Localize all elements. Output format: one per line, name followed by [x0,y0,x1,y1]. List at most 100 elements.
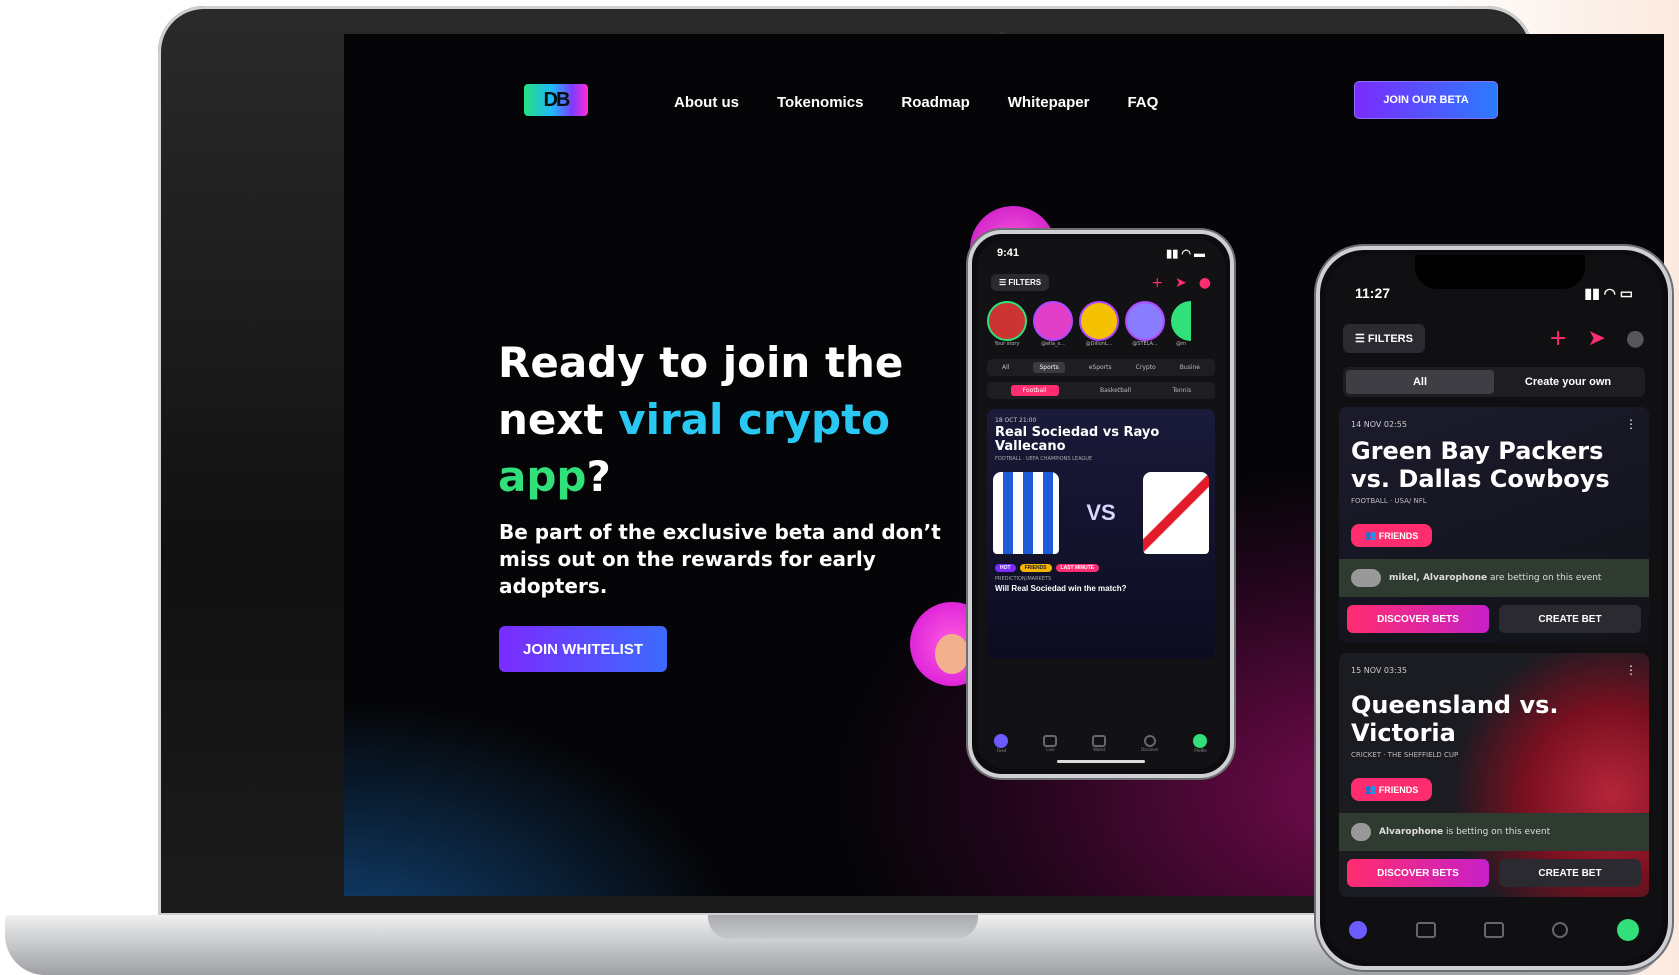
main-nav: About us Tokenomics Roadmap Whitepaper F… [674,94,1158,111]
nav-roadmap[interactable]: Roadmap [901,94,969,111]
more-icon[interactable]: ⋮ [1625,663,1637,677]
more-icon[interactable]: ⋮ [1625,417,1637,431]
story-label: @m [1176,341,1186,347]
logo-text: DB [543,88,571,111]
phone-small-screen: 9:41 ▮▮ ◠ ▬ ☰ FILTERS + ➤ ● Your story @… [977,239,1225,769]
story-item[interactable]: Your story [987,301,1027,347]
hero-title-line1: Ready to join the [498,338,904,387]
event-card[interactable]: 15 NOV 03:35 ⋮ Queensland vs. Victoria C… [1339,653,1649,897]
create-bet-button[interactable]: CREATE BET [1499,859,1641,887]
tab-label: Feed [996,748,1007,753]
sub-tabs: Football Basketball Tennis [987,382,1215,399]
live-tab-icon[interactable] [1415,922,1436,938]
filters-button[interactable]: ☰ FILTERS [1343,324,1425,353]
battery-icon: ▮▮ ◠ ▭ [1584,285,1633,301]
story-item[interactable]: @m [1171,301,1191,347]
story-item[interactable]: @STELA... [1125,301,1165,347]
category-tabs: All Sports eSports Crypto Busine [987,359,1215,376]
tab-sports[interactable]: Sports [1033,362,1065,373]
friends-icon: 👥 [1365,530,1379,540]
wallet-tab-icon[interactable] [1483,922,1504,938]
tab-discover[interactable]: Discover [1141,735,1159,752]
hero-title-question: ? [586,452,611,501]
brand-logo[interactable]: DB [524,84,588,116]
plus-icon[interactable]: + [1549,326,1567,351]
jerseys-row: VS [987,462,1215,554]
event-title: Real Sociedad vs Rayo Vallecano [995,425,1160,454]
stories-row: Your story @ella_s... @DillonL... @STELA… [977,297,1225,351]
vs-label: VS [1086,500,1116,525]
nav-about-us[interactable]: About us [674,94,739,111]
story-label: @STELA... [1132,341,1158,347]
send-icon[interactable]: ➤ [1175,275,1187,291]
badge-label: FRIENDS [1378,784,1419,795]
bell-icon[interactable]: ● [1626,326,1645,351]
tag-friends: FRIENDS [1019,564,1052,572]
tab-label: Wallet [1093,747,1106,752]
filter-icon: ☰ [1355,333,1368,345]
tab-create-your-own[interactable]: Create your own [1494,370,1642,394]
event-league: CRICKET · THE SHEFFIELD CUP [1351,751,1459,759]
join-whitelist-button[interactable]: JOIN WHITELIST [499,626,667,672]
filters-button[interactable]: ☰ FILTERS [991,274,1050,291]
tab-all[interactable]: All [1002,364,1009,371]
join-beta-button[interactable]: JOIN OUR BETA [1354,81,1498,119]
phone-small-status-bar: 9:41 ▮▮ ◠ ▬ [977,239,1225,268]
nav-faq[interactable]: FAQ [1127,94,1158,111]
nav-tokenomics[interactable]: Tokenomics [777,94,863,111]
phone-large: 11:27 ▮▮ ◠ ▭ ☰ FILTERS + ➤ ● All Create … [1316,246,1672,970]
feed-tab-icon[interactable] [1349,921,1368,939]
event-card[interactable]: 14 NOV 02:55 ⋮ Green Bay Packers vs. Dal… [1339,407,1649,643]
event-card[interactable]: 18 OCT 21:00 Real Sociedad vs Rayo Valle… [987,409,1215,659]
filters-label: FILTERS [1008,278,1042,287]
bottom-tab-bar [1325,919,1663,941]
subtab-basketball[interactable]: Basketball [1100,387,1131,394]
bell-icon[interactable]: ● [1199,275,1211,291]
status-time: 9:41 [997,247,1020,259]
search-tab-icon[interactable] [1552,922,1569,938]
story-item[interactable]: @ella_s... [1033,301,1073,347]
tab-wallet[interactable]: Wallet [1092,735,1107,752]
tab-business[interactable]: Busine [1180,364,1200,371]
tab-esports[interactable]: eSports [1089,364,1112,371]
plus-icon[interactable]: + [1151,275,1163,291]
betting-users: Alvarophone [1379,827,1444,837]
discover-bets-button[interactable]: DISCOVER BETS [1347,859,1489,887]
discover-bets-button[interactable]: DISCOVER BETS [1347,605,1489,633]
tab-live[interactable]: Live [1043,735,1058,752]
status-time: 11:27 [1355,285,1391,301]
create-bet-button[interactable]: CREATE BET [1499,605,1641,633]
event-question: Will Real Sociedad win the match? [995,584,1127,593]
hero-title-viral: viral crypto [618,395,891,444]
phone-large-screen: 11:27 ▮▮ ◠ ▭ ☰ FILTERS + ➤ ● All Create … [1325,255,1663,961]
jersey-home-icon [993,472,1059,554]
tag-last-minute: LAST MINUTE [1055,564,1100,572]
hero-title-app: app [498,452,587,501]
subtab-football[interactable]: Football [1010,385,1059,396]
story-item[interactable]: @DillonL... [1079,301,1119,347]
tag-hot: HOT [995,564,1016,572]
nav-whitepaper[interactable]: Whitepaper [1008,94,1090,111]
send-icon[interactable]: ➤ [1587,326,1605,351]
betting-avatars [1351,569,1381,587]
phone-notch [1415,255,1585,289]
event-title: Queensland vs. Victoria [1351,691,1559,747]
tab-all[interactable]: All [1346,370,1494,394]
tab-crypto[interactable]: Crypto [1136,364,1156,371]
betting-info: mikel, Alvarophone are betting on this e… [1339,559,1649,597]
filters-label: FILTERS [1367,332,1413,345]
prediction-label: PREDICTION/MARKETS [995,576,1052,582]
tab-feed[interactable]: Feed [994,734,1009,753]
betting-suffix: is betting on this event [1443,827,1551,837]
signal-icon: ▮▮ ◠ ▬ [1166,248,1205,260]
badge-label: FRIENDS [1378,530,1419,541]
profile-tab-icon[interactable] [1616,919,1639,941]
hero-subtitle: Be part of the exclusive beta and don’t … [499,520,941,598]
jersey-away-icon [1142,472,1209,554]
tab-profile[interactable]: Profile [1193,734,1208,753]
event-date: 14 NOV 02:55 [1351,419,1407,429]
betting-users: mikel, Alvarophone [1389,573,1488,583]
story-label: Your story [994,341,1020,347]
subtab-tennis[interactable]: Tennis [1172,387,1191,394]
feed-tabs: All Create your own [1343,367,1645,397]
